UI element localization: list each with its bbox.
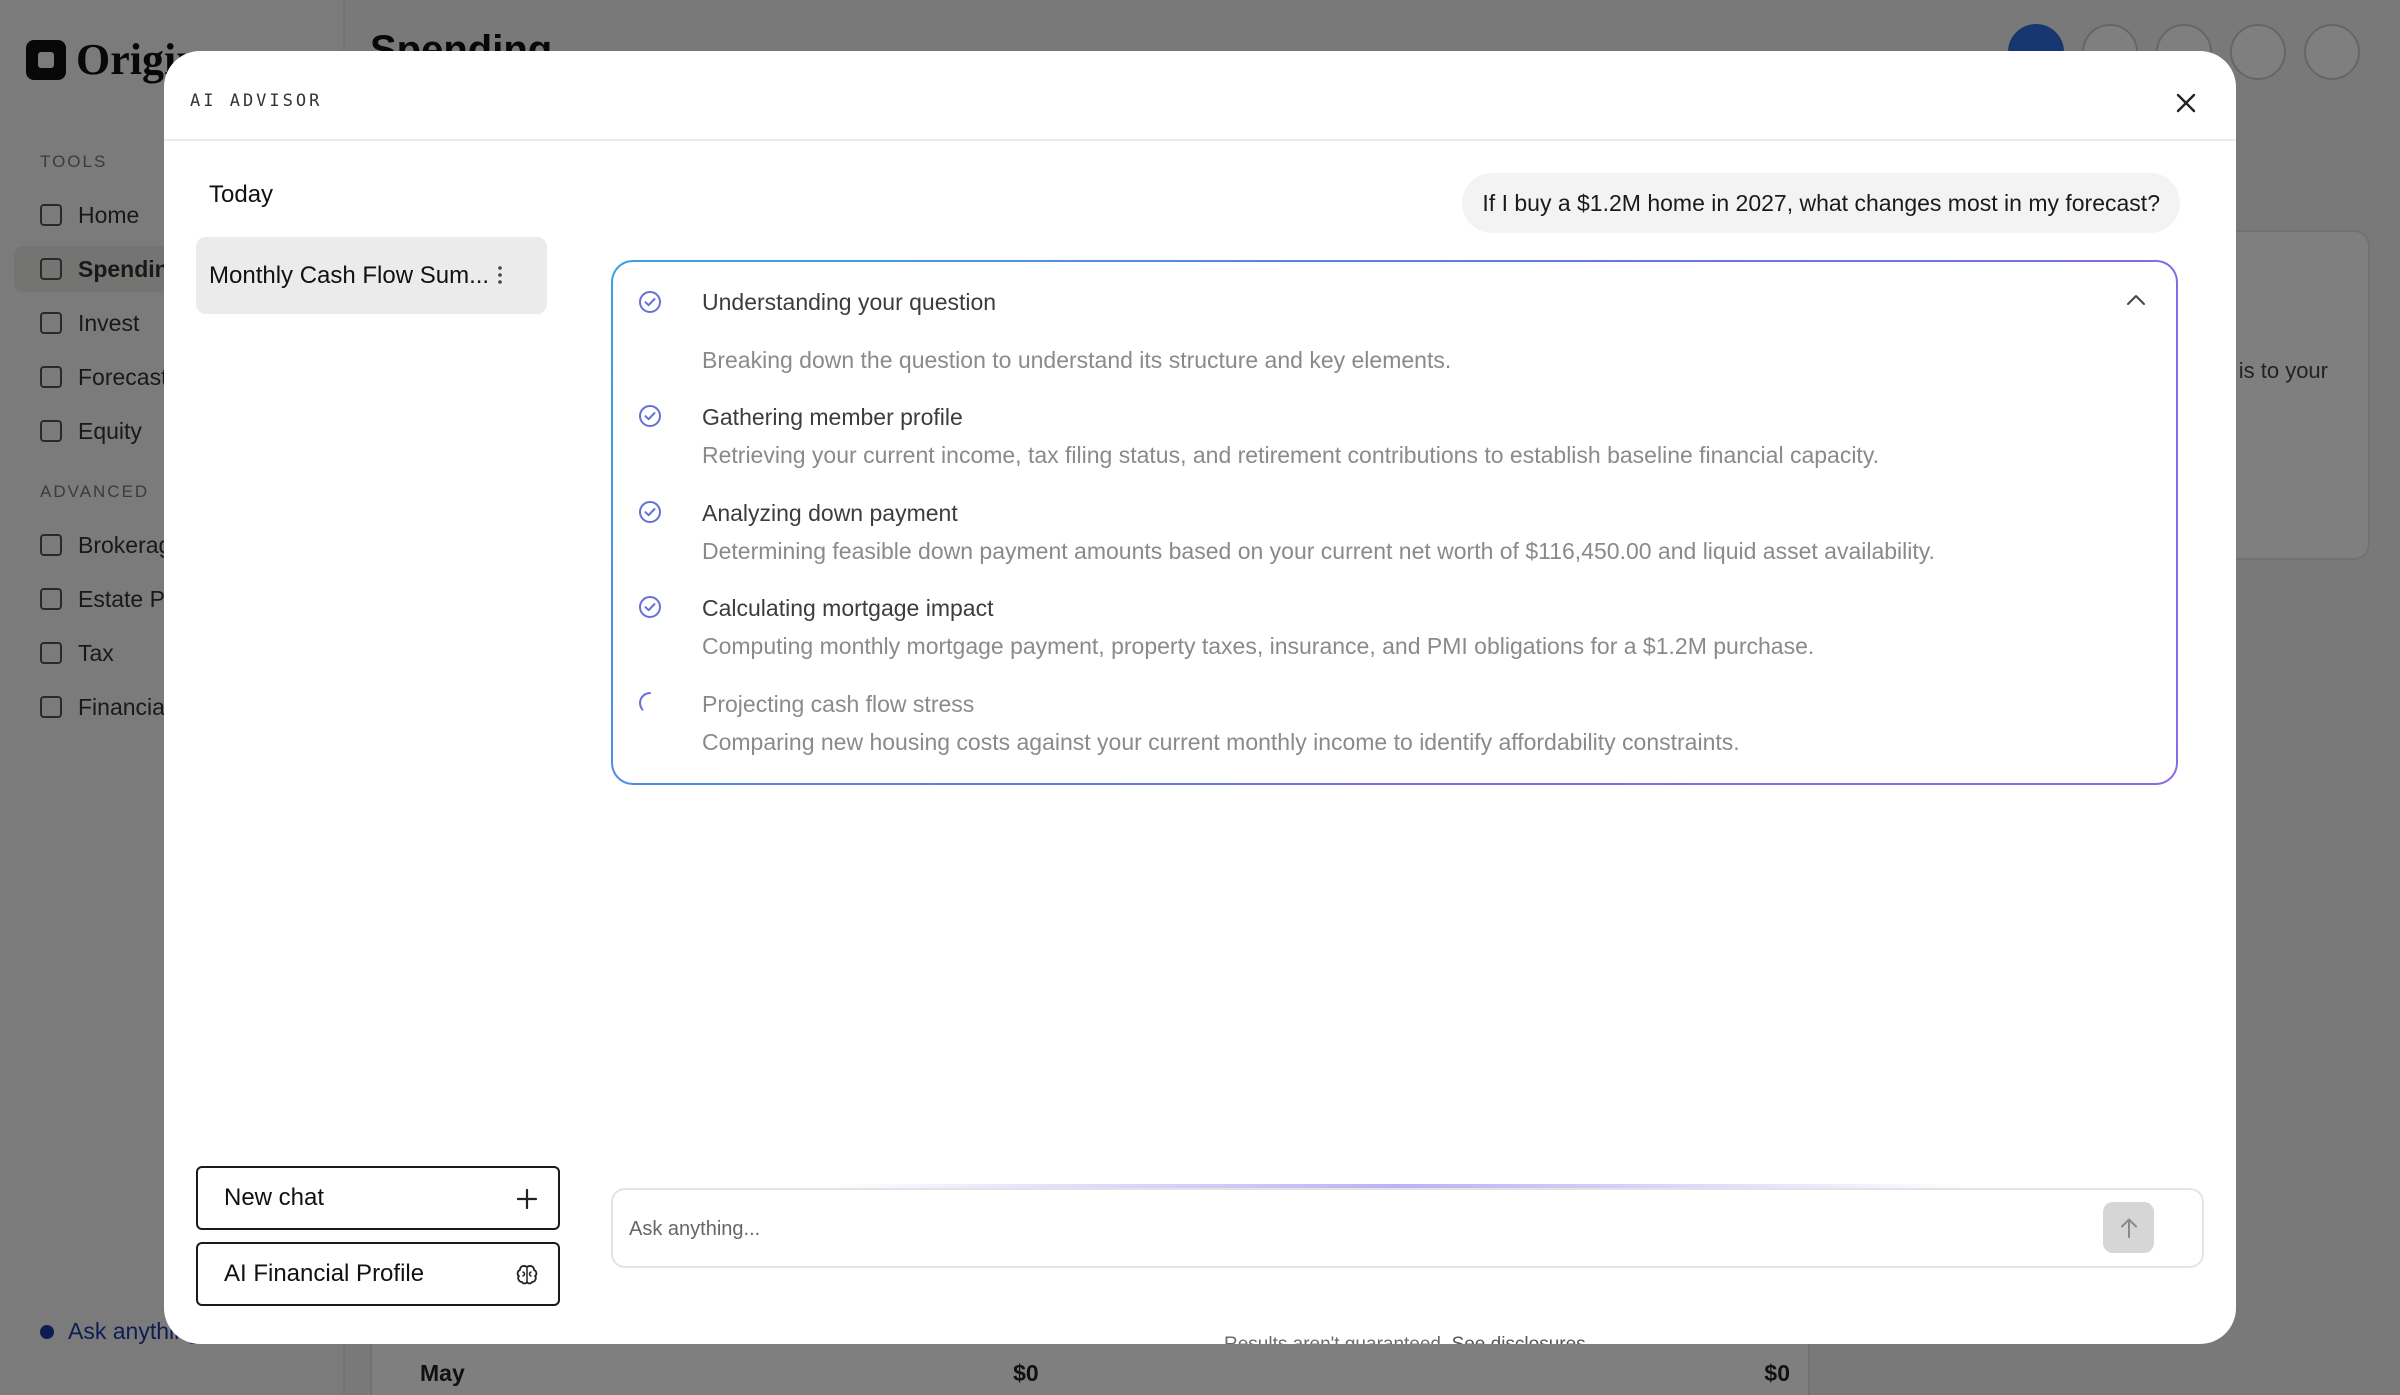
ai-financial-profile-label: AI Financial Profile [224, 1260, 425, 1287]
step-title: Understanding your question [702, 289, 997, 315]
disclosures-link[interactable]: See disclosures [1452, 1334, 1586, 1344]
disclaimer: Results aren't guaranteed. See disclosur… [611, 1334, 2204, 1344]
step-description: Breaking down the question to understand… [702, 347, 1452, 373]
step-title: Projecting cash flow stress [702, 691, 975, 717]
more-vertical-icon[interactable] [488, 259, 512, 291]
disclaimer-text: Results aren't guaranteed. [1224, 1334, 1452, 1344]
reasoning-steps-card: Understanding your question Breaking dow… [611, 260, 2178, 785]
history-heading: Today [209, 181, 274, 208]
new-chat-label: New chat [224, 1184, 325, 1211]
step-description: Comparing new housing costs against your… [702, 729, 1740, 755]
step-description: Determining feasible down payment amount… [702, 538, 1935, 564]
close-icon [2176, 93, 2196, 113]
step-title: Analyzing down payment [702, 500, 958, 526]
chat-input-box [611, 1188, 2204, 1268]
step-description: Computing monthly mortgage payment, prop… [702, 633, 1815, 659]
close-button[interactable] [2164, 81, 2208, 125]
arrow-up-icon [2120, 1218, 2137, 1238]
ai-financial-profile-button[interactable]: AI Financial Profile [196, 1242, 560, 1306]
chat-input[interactable] [629, 1210, 2109, 1248]
chat-history-label: Monthly Cash Flow Sum... [209, 261, 489, 289]
spinner-icon [639, 692, 651, 711]
check-circle-icon [639, 501, 661, 523]
disclaimer-suffix: . [1586, 1334, 1591, 1344]
chevron-up-icon [2127, 295, 2145, 305]
modal-title: AI ADVISOR [190, 91, 323, 111]
user-message: If I buy a $1.2M home in 2027, what chan… [1462, 173, 2180, 233]
new-chat-button[interactable]: New chat [196, 1166, 560, 1230]
plus-icon [516, 1188, 538, 1210]
check-circle-icon [639, 596, 661, 618]
check-circle-icon [639, 405, 661, 427]
step-title: Gathering member profile [702, 404, 963, 430]
modal-header: AI ADVISOR [164, 51, 2236, 141]
step-description: Retrieving your current income, tax fili… [702, 442, 1879, 468]
collapse-button[interactable] [2120, 284, 2152, 316]
reasoning-steps-inner: Understanding your question Breaking dow… [613, 262, 2176, 783]
step-title: Calculating mortgage impact [702, 595, 994, 621]
chat-history-item[interactable]: Monthly Cash Flow Sum... [196, 237, 547, 314]
send-button[interactable] [2103, 1202, 2154, 1253]
brain-icon [516, 1265, 538, 1285]
check-circle-icon [639, 291, 661, 313]
ai-advisor-modal: AI ADVISOR Today Monthly Cash Flow Sum..… [164, 51, 2236, 1344]
